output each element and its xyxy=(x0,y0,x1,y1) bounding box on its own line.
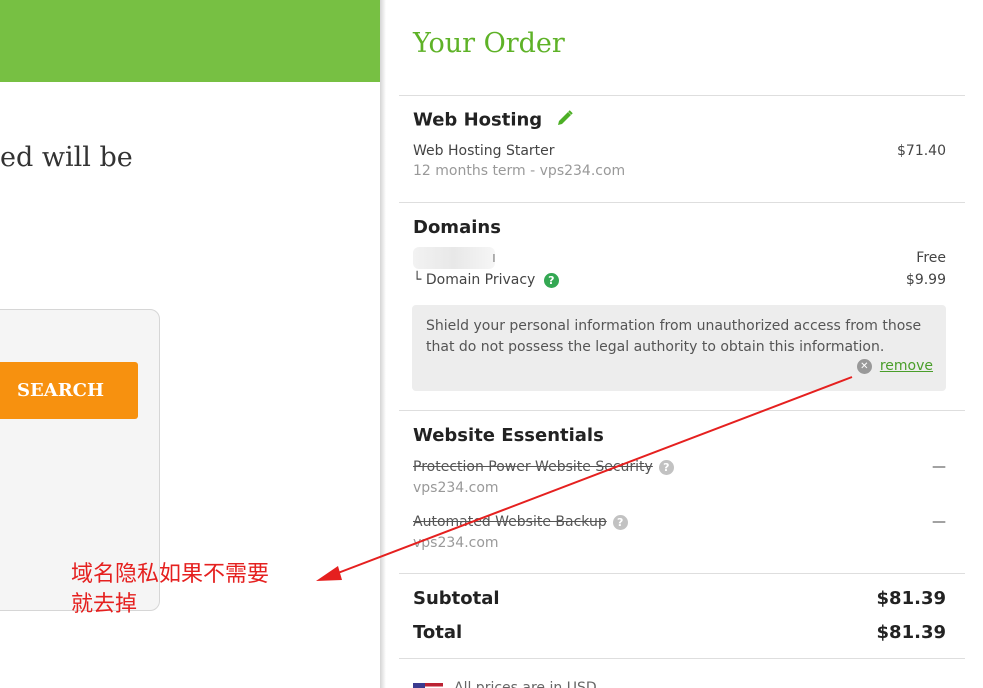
pencil-icon[interactable] xyxy=(556,109,574,132)
hosting-term: 12 months term - vps234.com xyxy=(413,163,626,179)
us-flag-icon xyxy=(413,683,443,688)
annotation-note: 域名隐私如果不需要 就去掉 xyxy=(71,560,311,620)
hosting-title: Web Hosting xyxy=(413,109,543,131)
divider xyxy=(399,658,965,659)
total-label: Total xyxy=(413,622,463,643)
domain-price: Free xyxy=(916,250,946,266)
help-icon[interactable]: ? xyxy=(658,459,674,475)
hosting-section-title: Web Hosting xyxy=(413,109,574,132)
annotation-line-1: 域名隐私如果不需要 xyxy=(71,562,270,587)
total-value: $81.39 xyxy=(876,622,946,643)
domain-privacy-label: └ Domain Privacy xyxy=(413,272,536,288)
domain-name-suffix: ı xyxy=(492,250,496,266)
essential-item-row: Protection Power Website Security? xyxy=(413,459,674,475)
remove-label[interactable]: remove xyxy=(880,358,933,374)
order-summary: Your Order Web Hosting Web Hosting Start… xyxy=(384,0,983,688)
close-icon[interactable]: ✕ xyxy=(856,358,872,374)
essentials-title: Website Essentials xyxy=(413,425,604,446)
privacy-note-box: Shield your personal information from un… xyxy=(412,305,946,391)
essential-item-name: Automated Website Backup xyxy=(413,514,607,530)
divider xyxy=(399,410,965,411)
domain-privacy-price: $9.99 xyxy=(905,272,946,288)
subtotal-label: Subtotal xyxy=(413,588,500,609)
remove-link[interactable]: ✕ remove xyxy=(856,358,933,374)
divider xyxy=(399,202,965,203)
annotation-line-2: 就去掉 xyxy=(71,592,138,617)
help-icon[interactable]: ? xyxy=(612,514,628,530)
essential-item-price: — xyxy=(932,459,946,475)
currency-note: All prices are in USD xyxy=(454,680,597,688)
header-bar xyxy=(0,0,380,82)
essential-item-row: Automated Website Backup? xyxy=(413,514,628,530)
intro-text: ed will be xyxy=(0,142,133,173)
essential-item-domain: vps234.com xyxy=(413,480,499,496)
divider xyxy=(399,573,965,574)
hosting-product: Web Hosting Starter xyxy=(413,143,555,159)
subtotal-value: $81.39 xyxy=(876,588,946,609)
search-button[interactable]: SEARCH xyxy=(0,362,138,419)
domains-title: Domains xyxy=(413,217,501,238)
divider xyxy=(399,95,965,96)
essential-item-domain: vps234.com xyxy=(413,535,499,551)
privacy-note-text: Shield your personal information from un… xyxy=(426,318,922,355)
domain-privacy-row: └ Domain Privacy ? xyxy=(413,272,559,288)
hosting-price: $71.40 xyxy=(897,143,946,159)
domain-name-redacted xyxy=(413,247,495,269)
help-icon[interactable]: ? xyxy=(543,272,559,288)
order-title: Your Order xyxy=(413,28,565,59)
essential-item-price: — xyxy=(932,514,946,530)
essential-item-name: Protection Power Website Security xyxy=(413,459,653,475)
left-panel: ed will be SEARCH 域名隐私如果不需要 就去掉 xyxy=(0,0,380,688)
